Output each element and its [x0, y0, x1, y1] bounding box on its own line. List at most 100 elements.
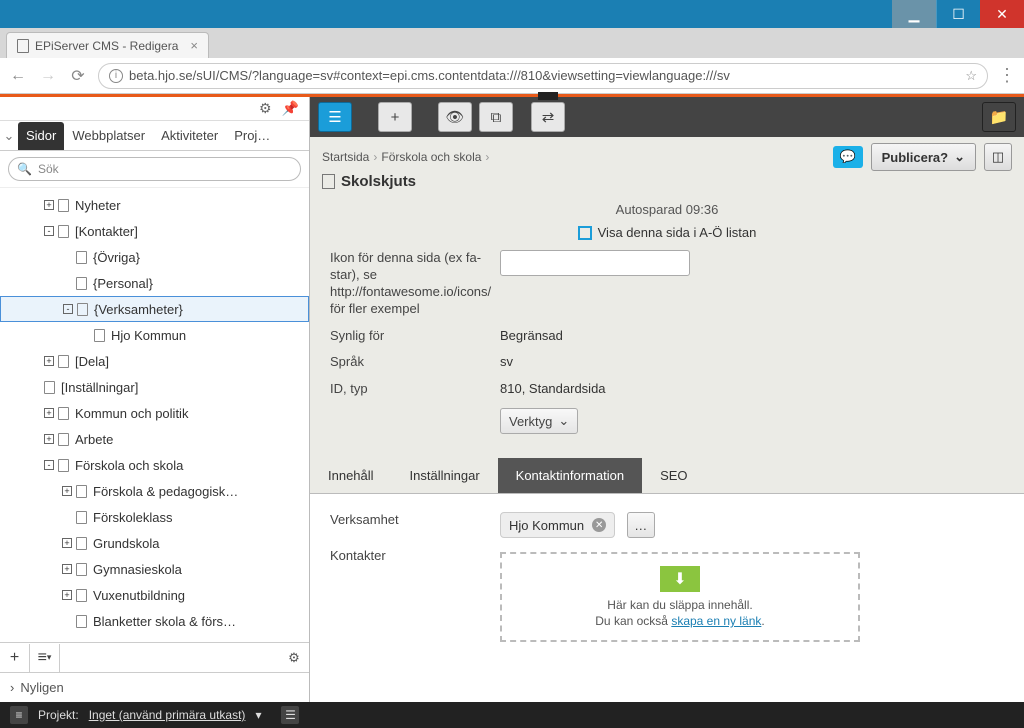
browser-tab[interactable]: EPiServer CMS - Redigera ×: [6, 32, 209, 58]
panel-toggle-button[interactable]: ◫: [984, 143, 1012, 171]
tree-node[interactable]: +Grundskola: [0, 530, 309, 556]
comment-icon[interactable]: 💬: [833, 146, 863, 168]
tree-node[interactable]: -Förskola och skola: [0, 452, 309, 478]
tree-node-label: [Inställningar]: [61, 380, 138, 395]
window-minimize-button[interactable]: ▁: [892, 0, 936, 28]
bookmark-star-icon[interactable]: ☆: [965, 68, 977, 84]
chevron-down-icon: ⌄: [954, 149, 965, 165]
recent-section[interactable]: › Nyligen: [0, 672, 309, 702]
tree-node[interactable]: +Vuxenutbildning: [0, 582, 309, 608]
remove-icon[interactable]: ✕: [592, 518, 606, 532]
add-content-button[interactable]: +: [378, 102, 412, 132]
browser-address-bar: ← → ⟳ i beta.hjo.se/sUI/CMS/?language=sv…: [0, 58, 1024, 94]
page-properties: Visa denna sida i A-Ö listan Ikon för de…: [310, 225, 1024, 458]
expand-icon[interactable]: +: [62, 538, 72, 548]
tree-node[interactable]: Förskoleklass: [0, 504, 309, 530]
browser-tab-strip: EPiServer CMS - Redigera ×: [0, 28, 1024, 58]
tab-close-icon[interactable]: ×: [190, 38, 198, 53]
tools-dropdown[interactable]: Verktyg ⌄: [500, 408, 578, 434]
left-panel-toolbar: ⚙ 📌: [0, 97, 309, 121]
breadcrumb-item[interactable]: Startsida: [322, 150, 369, 164]
project-value[interactable]: Inget (använd primära utkast): [89, 708, 246, 722]
reload-icon[interactable]: ⟳: [68, 66, 88, 86]
expand-icon[interactable]: +: [62, 486, 72, 496]
tree-node[interactable]: - [Kontakter]: [0, 218, 309, 244]
chevron-right-icon: ›: [10, 680, 14, 695]
collapse-icon[interactable]: -: [44, 460, 54, 470]
back-icon[interactable]: ←: [8, 67, 28, 85]
expand-icon[interactable]: +: [62, 564, 72, 574]
tree-node[interactable]: -{Verksamheter}: [0, 296, 309, 322]
tree-node[interactable]: +Förskola & pedagogisk…: [0, 478, 309, 504]
chip-label: Hjo Kommun: [509, 518, 584, 533]
tab-aktiviteter[interactable]: Aktiviteter: [153, 122, 226, 150]
browser-menu-icon[interactable]: ⋮: [998, 65, 1016, 86]
verksamhet-label: Verksamhet: [330, 512, 500, 529]
create-link[interactable]: skapa en ny länk: [671, 614, 761, 628]
page-icon: [17, 39, 29, 53]
pin-icon[interactable]: 📌: [282, 100, 299, 117]
page-icon: [76, 251, 87, 264]
verksamhet-chip[interactable]: Hjo Kommun ✕: [500, 512, 615, 538]
browse-button[interactable]: …: [627, 512, 655, 538]
chevron-down-icon[interactable]: ▾: [255, 708, 261, 722]
tab-seo[interactable]: SEO: [642, 458, 705, 493]
list-button[interactable]: ≡▾: [30, 644, 60, 672]
tree-node-label: [Kontakter]: [75, 224, 138, 239]
expand-icon[interactable]: +: [44, 356, 54, 366]
tree-node[interactable]: + Kommun och politik: [0, 400, 309, 426]
tab-webbplatser[interactable]: Webbplatser: [64, 122, 153, 150]
preview-button[interactable]: 👁: [438, 102, 472, 132]
tree-node[interactable]: [Inställningar]: [0, 374, 309, 400]
expand-icon[interactable]: +: [62, 590, 72, 600]
language-label: Språk: [330, 354, 500, 371]
left-panel-tabs: ⌄ Sidor Webbplatser Aktiviteter Proj…: [0, 121, 309, 151]
expand-icon[interactable]: +: [44, 434, 54, 444]
window-close-button[interactable]: ✕: [980, 0, 1024, 28]
gear-icon[interactable]: ⚙: [279, 650, 309, 666]
contacts-dropzone[interactable]: ⬇ Här kan du släppa innehåll. Du kan ock…: [500, 552, 860, 642]
site-info-icon[interactable]: i: [109, 69, 123, 83]
search-placeholder: Sök: [38, 162, 59, 176]
tree-node[interactable]: {Övriga}: [0, 244, 309, 270]
collapse-icon[interactable]: -: [63, 304, 73, 314]
gear-icon[interactable]: ⚙: [259, 100, 272, 117]
project-icon[interactable]: ≡: [10, 706, 28, 724]
tree-view-button[interactable]: ☰: [318, 102, 352, 132]
tree-node[interactable]: Hjo Kommun: [0, 322, 309, 348]
expand-icon[interactable]: +: [44, 408, 54, 418]
publish-label: Publicera?: [882, 150, 948, 165]
tree-node-label: Kommun och politik: [75, 406, 188, 421]
expand-icon[interactable]: +: [44, 200, 54, 210]
add-button[interactable]: +: [0, 644, 30, 672]
collapse-icon[interactable]: -: [44, 226, 54, 236]
tab-kontaktinformation[interactable]: Kontaktinformation: [498, 458, 642, 493]
breadcrumb-item[interactable]: Förskola och skola: [381, 150, 481, 164]
tree-node[interactable]: +Nyheter: [0, 192, 309, 218]
compare-button[interactable]: ⧉: [479, 102, 513, 132]
chevron-right-icon: ›: [485, 150, 489, 164]
tree-node-label: [Dela]: [75, 354, 109, 369]
tree-node[interactable]: +Gymnasieskola: [0, 556, 309, 582]
show-in-az-checkbox[interactable]: [578, 226, 592, 240]
toggle-view-button[interactable]: ⇄: [531, 102, 565, 132]
url-input[interactable]: i beta.hjo.se/sUI/CMS/?language=sv#conte…: [98, 63, 988, 89]
options-icon[interactable]: ☰: [281, 706, 299, 724]
left-panel: ⚙ 📌 ⌄ Sidor Webbplatser Aktiviteter Proj…: [0, 97, 310, 702]
assets-button[interactable]: 📁: [982, 102, 1016, 132]
tree-node[interactable]: +Arbete: [0, 426, 309, 452]
window-maximize-button[interactable]: ☐: [936, 0, 980, 28]
page-icon: [76, 563, 87, 576]
tab-innehall[interactable]: Innehåll: [310, 458, 392, 493]
chevron-down-icon[interactable]: ⌄: [0, 128, 18, 144]
icon-input[interactable]: [500, 250, 690, 276]
tab-sidor[interactable]: Sidor: [18, 122, 64, 150]
tree-node[interactable]: {Personal}: [0, 270, 309, 296]
tab-installningar[interactable]: Inställningar: [392, 458, 498, 493]
tab-projekt[interactable]: Proj…: [226, 122, 278, 150]
tree-node[interactable]: Blanketter skola & förs…: [0, 608, 309, 634]
tree-node[interactable]: + [Dela]: [0, 348, 309, 374]
forward-icon: →: [38, 67, 58, 85]
search-input[interactable]: 🔍 Sök: [8, 157, 301, 181]
publish-button[interactable]: Publicera? ⌄: [871, 143, 976, 171]
